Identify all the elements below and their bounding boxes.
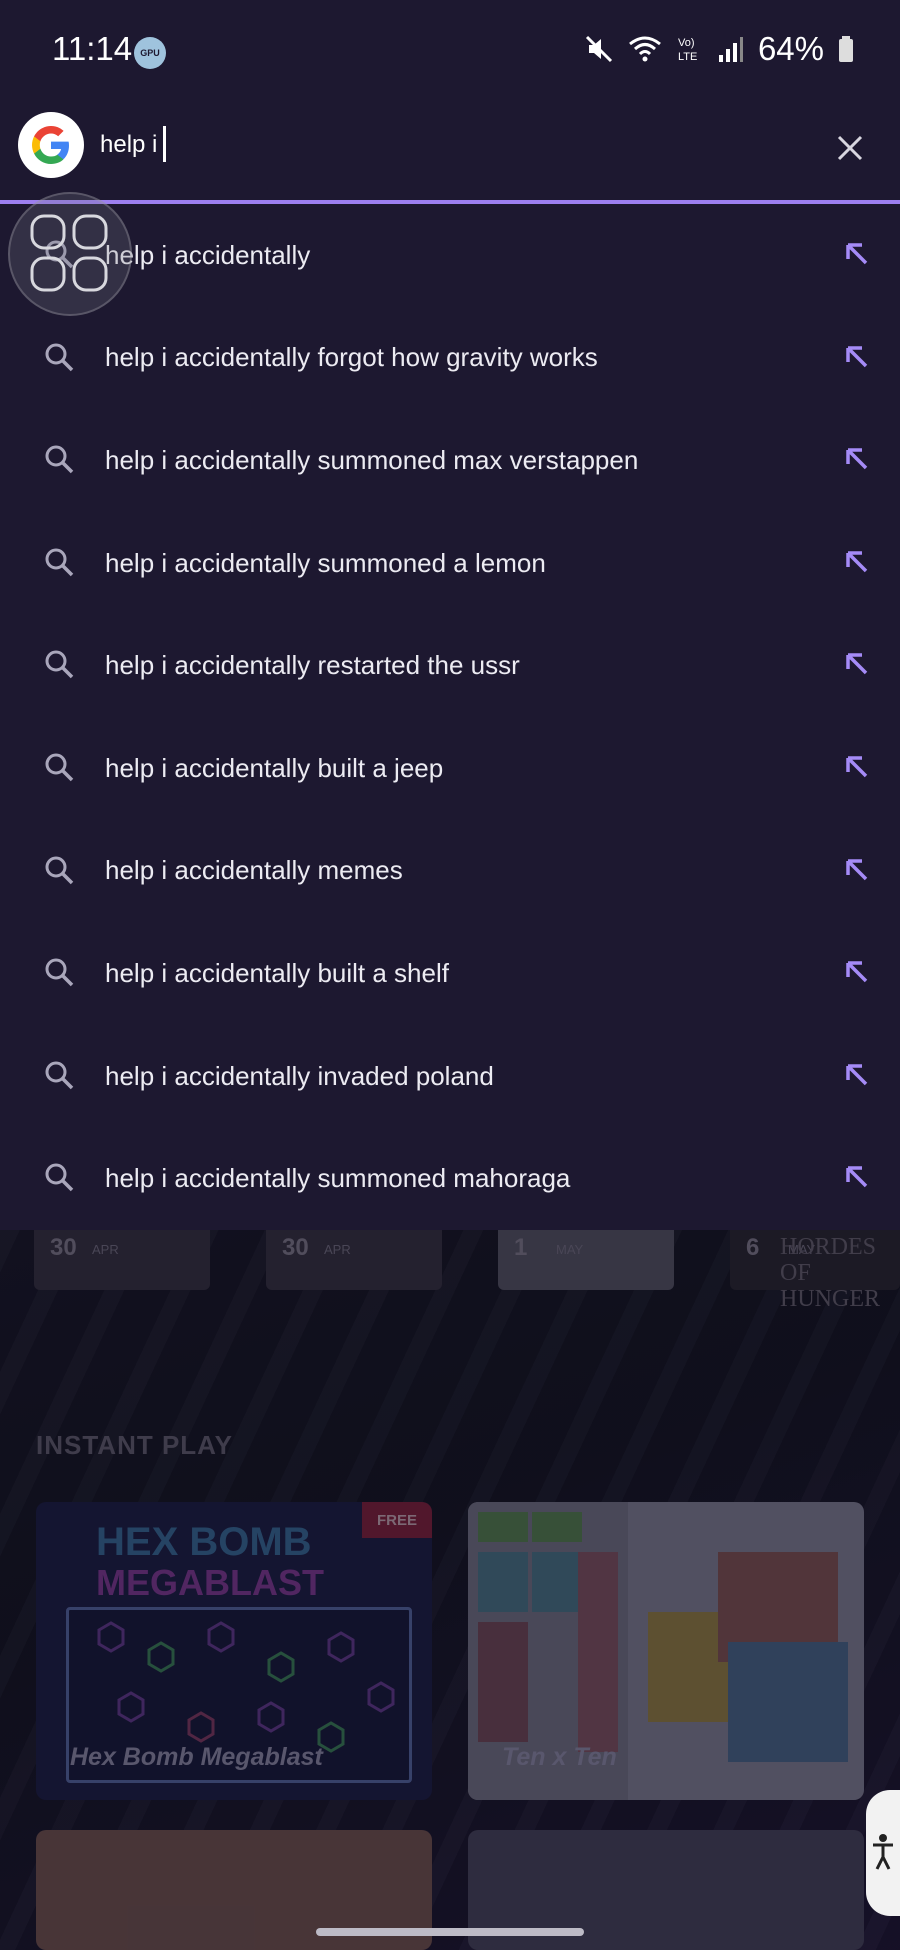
svg-text:Vo): Vo) [678,37,695,49]
fill-query-arrow-icon[interactable] [844,1164,870,1190]
search-icon [45,445,74,474]
search-icon [45,958,74,987]
close-icon [837,135,863,161]
volte-icon: Vo) LTE [678,37,697,63]
suggestion-text: help i accidentally invaded poland [105,1060,494,1091]
suggestion-text: help i accidentally built a shelf [105,957,449,988]
accessibility-icon [873,1834,893,1870]
suggestion-item[interactable]: help i accidentally memes [0,820,900,923]
search-icon [45,856,74,884]
suggestion-text: help i accidentally summoned max verstap… [105,444,639,475]
clear-search-button[interactable] [824,122,876,174]
dim-overlay [0,1230,900,1950]
suggestion-text: help i accidentally built a jeep [105,752,444,783]
suggestion-item[interactable]: help i accidentally invaded poland [0,1025,900,1128]
accessibility-button[interactable] [866,1790,900,1916]
suggestion-item[interactable]: help i accidentally [0,204,900,307]
suggestion-text: help i accidentally summoned mahoraga [105,1163,571,1194]
home-indicator[interactable] [316,1928,584,1936]
search-icon [45,753,74,782]
fill-query-arrow-icon[interactable] [844,857,870,883]
fill-query-arrow-icon[interactable] [844,754,870,780]
status-bar: 11:14 GPU Vo) LTE 64% [0,0,900,100]
suggestion-text: help i accidentally [105,239,311,270]
search-icon [45,650,74,679]
suggestion-list: help i accidentally help i accidentally … [0,204,900,1230]
suggestion-text: help i accidentally summoned a lemon [105,547,546,578]
search-icon [45,1061,74,1089]
fill-query-arrow-icon[interactable] [844,446,870,472]
grid-icon [30,214,108,292]
status-icons: Vo) LTE 64% [584,30,854,68]
suggestion-item[interactable]: help i accidentally summoned a lemon [0,512,900,615]
mute-icon [585,35,612,63]
search-icon [45,343,74,371]
floating-apps-button[interactable] [8,192,132,316]
text-caret [163,126,166,162]
search-icon [45,1163,74,1192]
svg-text:LTE: LTE [678,51,697,63]
status-time: 11:14 [52,30,133,67]
suggestion-item[interactable]: help i accidentally restarted the ussr [0,614,900,717]
background-app: 30 APR 30 APR 1 MAY 6 MAY HORDES OF HUNG… [0,1230,900,1950]
suggestion-item[interactable]: help i accidentally summoned mahoraga [0,1127,900,1230]
search-input[interactable] [100,122,700,168]
search-header [0,100,900,204]
battery-icon [839,36,853,62]
suggestion-item[interactable]: help i accidentally summoned max verstap… [0,409,900,512]
fill-query-arrow-icon[interactable] [844,344,870,370]
gpu-badge: GPU [134,37,166,69]
fill-query-arrow-icon[interactable] [844,959,870,985]
signal-icon [718,37,743,62]
suggestion-text: help i accidentally restarted the ussr [105,650,520,681]
suggestion-item[interactable]: help i accidentally built a shelf [0,922,900,1025]
fill-query-arrow-icon[interactable] [844,241,870,267]
fill-query-arrow-icon[interactable] [844,1062,870,1088]
suggestion-item[interactable]: help i accidentally built a jeep [0,717,900,820]
google-logo-icon[interactable] [18,112,84,178]
fill-query-arrow-icon[interactable] [844,549,870,575]
search-icon [45,548,74,577]
wifi-icon [629,36,661,62]
google-g-icon [32,126,69,164]
battery-percent: 64% [757,30,824,67]
suggestion-item[interactable]: help i accidentally forgot how gravity w… [0,307,900,410]
suggestion-text: help i accidentally forgot how gravity w… [105,342,598,373]
suggestion-text: help i accidentally memes [105,855,403,886]
fill-query-arrow-icon[interactable] [844,651,870,677]
